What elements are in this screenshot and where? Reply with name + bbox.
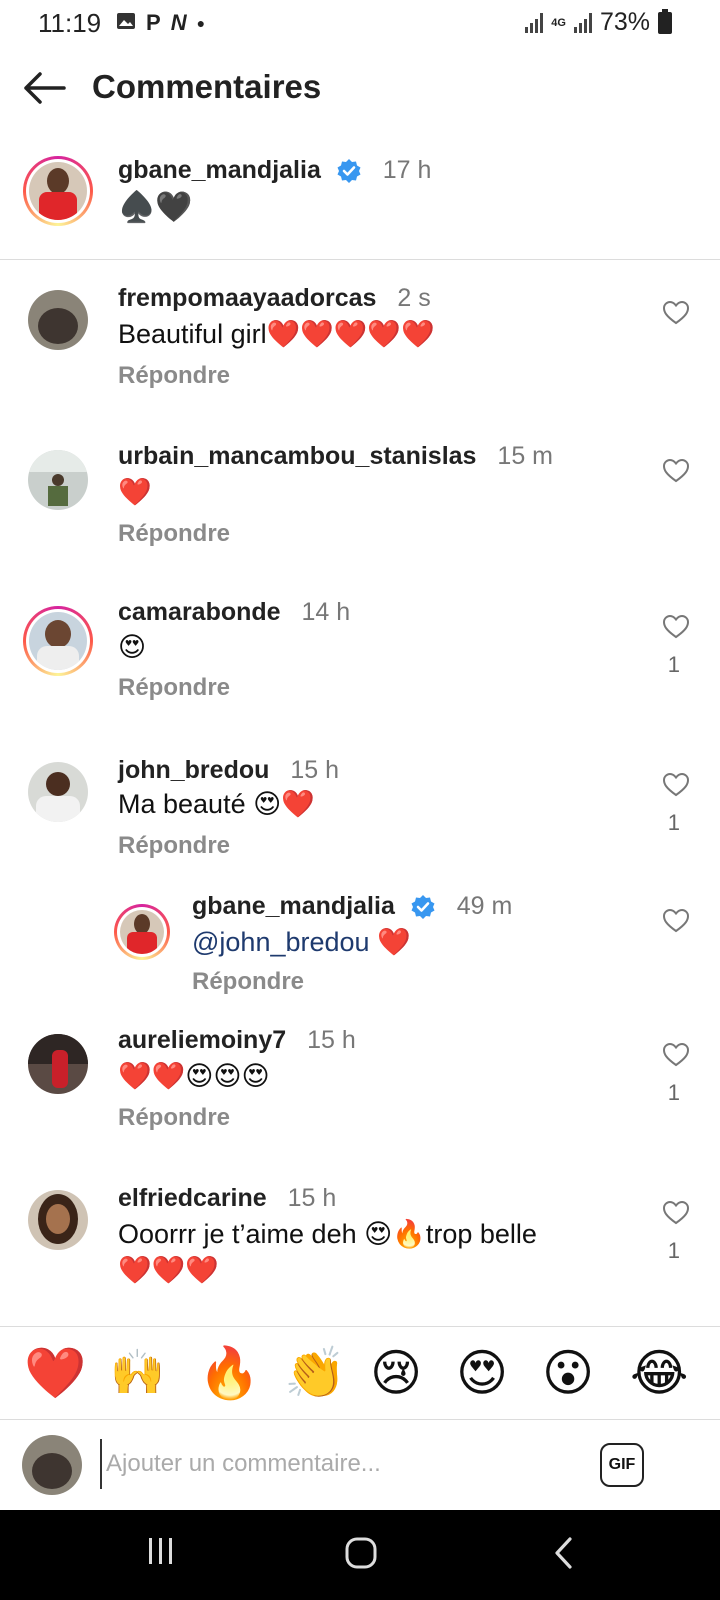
signal-icon — [525, 12, 544, 33]
status-time: 11:19 — [38, 8, 102, 38]
reply-time: 49 m — [456, 892, 513, 920]
comment-time: 15 h — [307, 1026, 356, 1054]
comment-username[interactable]: john_bredou — [118, 756, 269, 784]
nav-back-icon[interactable] — [552, 1536, 576, 1570]
comment-text: Ma beauté 😍❤️ — [118, 789, 315, 819]
network-type: 4G — [551, 16, 566, 29]
reaction-heart-eyes-button[interactable]: 😍 — [456, 1343, 508, 1403]
comment-composer: GIF — [0, 1421, 720, 1509]
status-bar: 11:19 P N ● 4G 73% — [0, 0, 720, 46]
reply-button[interactable]: Répondre — [118, 832, 230, 860]
comment-username[interactable]: aureliemoiny7 — [118, 1026, 286, 1054]
like-count: 1 — [667, 810, 680, 835]
quick-reaction-bar: ❤️ 🙌 🔥 👏 😢 😍 😮 😂 — [0, 1326, 720, 1420]
commenter-avatar[interactable] — [28, 450, 88, 510]
page-title: Commentaires — [92, 68, 322, 105]
like-count: 1 — [667, 652, 680, 677]
like-count: 1 — [667, 1238, 680, 1263]
n-app-icon: N — [170, 10, 187, 35]
reply-username[interactable]: gbane_mandjalia — [192, 892, 395, 920]
like-heart-icon[interactable] — [662, 908, 690, 934]
reply-avatar[interactable] — [114, 904, 170, 960]
gif-button[interactable]: GIF — [600, 1443, 644, 1487]
reply-button[interactable]: Répondre — [192, 968, 304, 996]
battery-percent: 73% — [599, 8, 650, 36]
verified-badge-icon — [411, 895, 435, 920]
reaction-heart-button[interactable]: ❤️ — [24, 1343, 86, 1403]
commenter-avatar[interactable] — [28, 1190, 88, 1250]
like-heart-icon[interactable] — [662, 772, 690, 798]
reaction-raised-hands-button[interactable]: 🙌 — [110, 1343, 165, 1403]
notification-icons: P N ● — [116, 10, 205, 36]
like-heart-icon[interactable] — [662, 458, 690, 484]
comment-username[interactable]: elfriedcarine — [118, 1184, 267, 1212]
status-right: 4G 73% — [525, 8, 672, 37]
more-dot-icon: ● — [196, 15, 206, 31]
caption-avatar[interactable] — [23, 156, 93, 226]
reply-text: ❤️ — [369, 927, 411, 957]
comment-username[interactable]: camarabonde — [118, 598, 281, 626]
reaction-surprised-button[interactable]: 😮 — [542, 1343, 594, 1403]
comment-text: Beautiful girl❤️❤️❤️❤️❤️ — [118, 319, 435, 349]
comment-time: 2 s — [397, 284, 431, 312]
signal-icon-2 — [573, 12, 592, 33]
user-avatar — [22, 1435, 82, 1495]
comment-text: ❤️❤️😍😍😍 — [118, 1061, 270, 1091]
like-count: 1 — [667, 1080, 680, 1105]
post-caption: gbane_mandjalia 17 h ♠️🖤 — [0, 150, 720, 260]
system-nav-bar — [0, 1510, 720, 1600]
reaction-clap-button[interactable]: 👏 — [284, 1343, 346, 1403]
like-heart-icon[interactable] — [662, 1200, 690, 1226]
comment-text: Ooorrr je t’aime deh 😍🔥trop belle — [118, 1219, 537, 1249]
comment-time: 14 h — [301, 598, 351, 626]
reply-button[interactable]: Répondre — [118, 674, 230, 702]
comment-text: ❤️ — [118, 477, 152, 507]
verified-badge-icon — [337, 159, 361, 184]
comment-time: 15 m — [497, 442, 554, 470]
battery-icon — [658, 8, 672, 34]
reply-button[interactable]: Répondre — [118, 520, 230, 548]
home-icon[interactable] — [344, 1536, 378, 1570]
reply-button[interactable]: Répondre — [118, 362, 230, 390]
recent-apps-icon[interactable] — [146, 1536, 176, 1566]
comment-time: 15 h — [290, 756, 340, 784]
caption-time: 17 h — [382, 156, 432, 184]
caption-text: ♠️🖤 — [118, 191, 193, 224]
comment-text: 😍 — [118, 632, 147, 662]
header: Commentaires — [0, 56, 720, 122]
caption-username[interactable]: gbane_mandjalia — [118, 156, 321, 184]
gallery-icon — [116, 10, 136, 36]
reaction-cry-button[interactable]: 😢 — [370, 1343, 422, 1403]
reaction-fire-button[interactable]: 🔥 — [198, 1343, 260, 1403]
p-app-icon: P — [146, 10, 161, 35]
comment-username[interactable]: urbain_mancambou_stanislas — [118, 442, 476, 470]
commenter-avatar[interactable] — [28, 762, 88, 822]
comment-time: 15 h — [287, 1184, 337, 1212]
commenter-avatar[interactable] — [23, 606, 93, 676]
commenter-avatar[interactable] — [28, 290, 88, 350]
back-arrow-icon[interactable] — [22, 70, 68, 106]
like-heart-icon[interactable] — [662, 300, 690, 326]
mention-link[interactable]: @john_bredou — [192, 927, 370, 957]
reply-button[interactable]: Répondre — [118, 1104, 230, 1132]
reaction-laugh-button[interactable]: 😂 — [630, 1343, 688, 1403]
scroll-cutoff — [0, 1310, 720, 1326]
comment-text-line2: ❤️❤️❤️ — [118, 1255, 219, 1285]
comment-input[interactable] — [100, 1439, 570, 1489]
comment-username[interactable]: frempomaayaadorcas — [118, 284, 376, 312]
commenter-avatar[interactable] — [28, 1034, 88, 1094]
like-heart-icon[interactable] — [662, 1042, 690, 1068]
like-heart-icon[interactable] — [662, 614, 690, 640]
